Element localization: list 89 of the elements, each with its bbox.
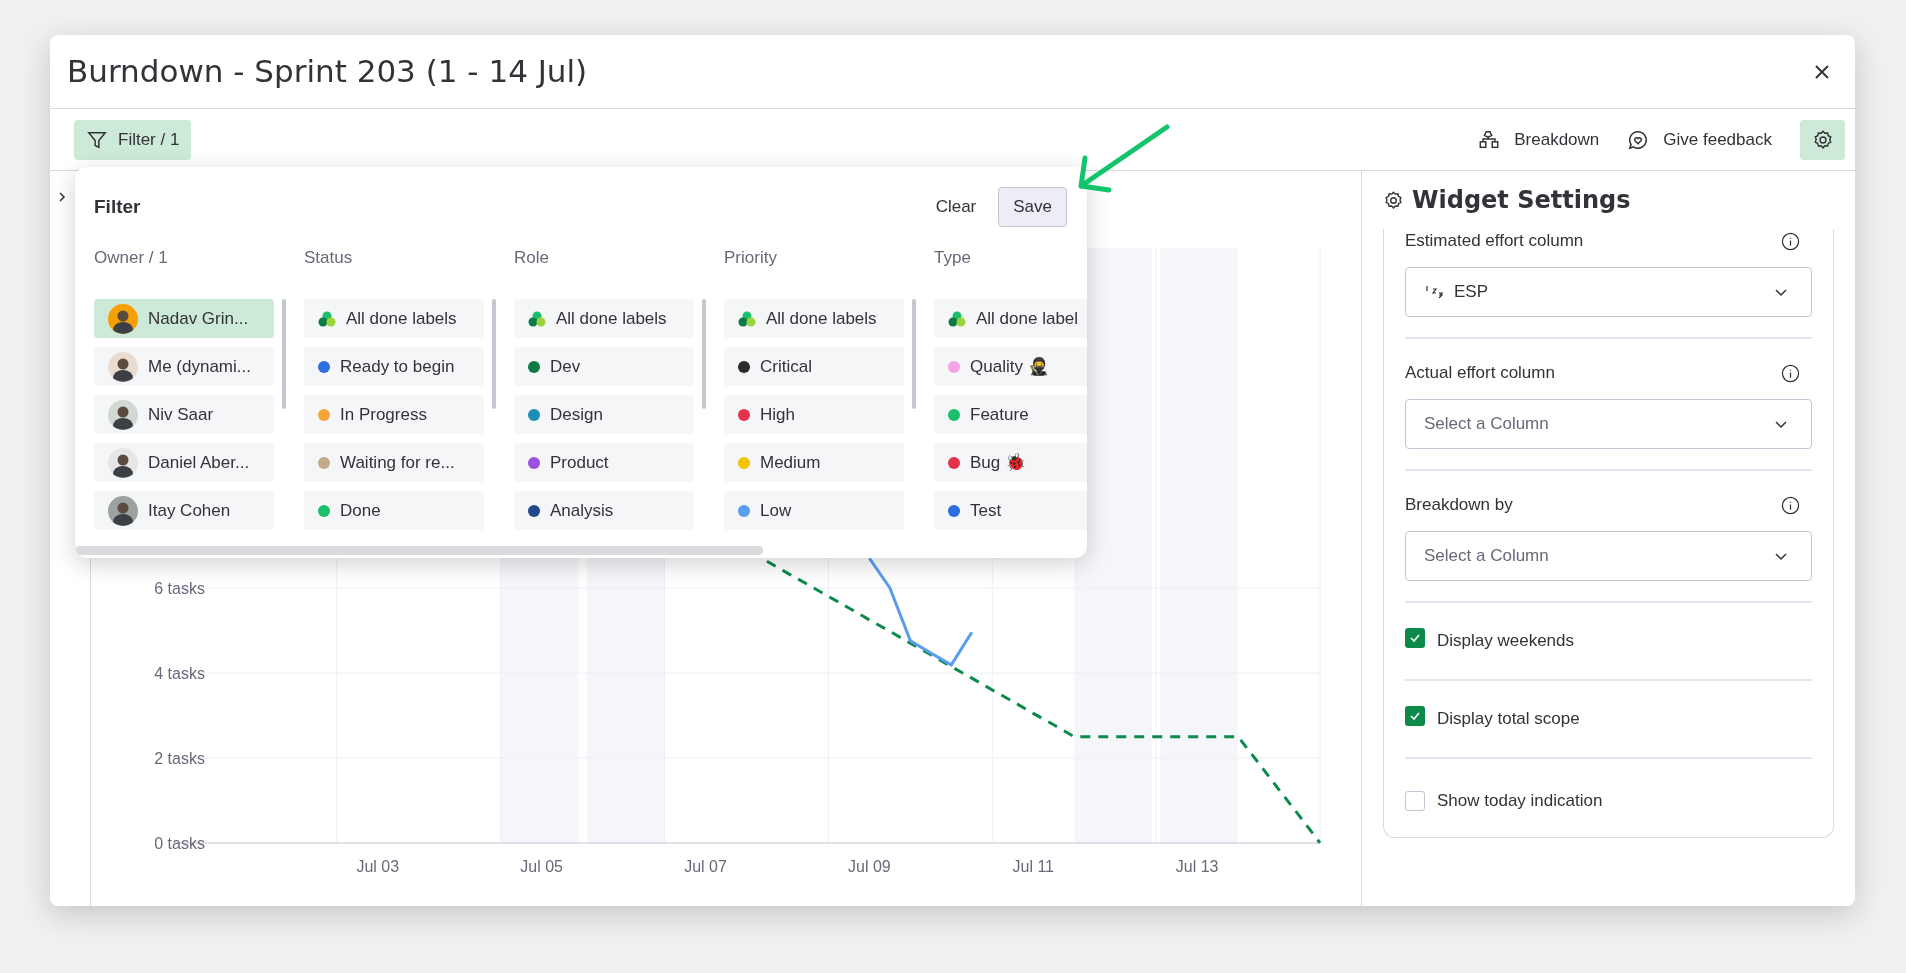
- field-label: Estimated effort column: [1405, 230, 1584, 253]
- x-axis-label: Jul 13: [1175, 857, 1219, 875]
- toolbar-button[interactable]: Breakdown: [1478, 126, 1600, 153]
- filter-option[interactable]: All done labels: [304, 299, 484, 338]
- filter-option[interactable]: Analysis: [514, 491, 694, 530]
- y-axis-label: 0 tasks: [154, 834, 205, 852]
- filter-option[interactable]: Niv Saar: [94, 395, 274, 434]
- filter-option[interactable]: Product: [514, 443, 694, 482]
- filter-option[interactable]: Nadav Grin...: [94, 299, 274, 338]
- cluster-icon: [528, 310, 546, 327]
- column-header: Status: [304, 247, 354, 269]
- info-icon: [1781, 363, 1800, 383]
- filter-option[interactable]: Feature: [934, 395, 1087, 434]
- chat-heart-icon: [1627, 128, 1650, 151]
- filter-button[interactable]: Filter / 1: [74, 119, 192, 160]
- select-placeholder: Select a Column: [1424, 413, 1549, 436]
- field-label: Breakdown by: [1405, 494, 1513, 517]
- filter-option[interactable]: Test: [934, 491, 1087, 530]
- filter-option[interactable]: All done labels: [514, 299, 694, 338]
- check-icon: [1409, 710, 1421, 722]
- avatar-icon: [108, 447, 138, 478]
- checkbox[interactable]: [1405, 628, 1425, 648]
- window-title: Burndown - Sprint 203 (1 - 14 Jul): [67, 52, 588, 92]
- select-field[interactable]: Select a Column: [1405, 399, 1812, 449]
- cluster-icon: [948, 310, 966, 327]
- filter-option[interactable]: Bug 🐞: [934, 443, 1087, 482]
- filter-option[interactable]: All done labels: [724, 299, 904, 338]
- horizontal-scrollbar[interactable]: [75, 546, 763, 555]
- filter-option[interactable]: Design: [514, 395, 694, 434]
- checkbox-label: Display weekends: [1437, 630, 1574, 652]
- popup-title: Filter: [94, 194, 141, 219]
- column-header: Role: [514, 247, 550, 269]
- gear-icon: [1383, 189, 1404, 211]
- hierarchy-icon: [1478, 128, 1501, 151]
- x-axis-label: Jul 05: [520, 857, 563, 875]
- filter-option[interactable]: Me (dynami...: [94, 347, 274, 386]
- clear-button[interactable]: Clear: [927, 194, 985, 220]
- check-icon: [1409, 632, 1421, 644]
- column-header: Priority: [724, 247, 778, 269]
- avatar-icon: [108, 303, 138, 334]
- avatar-icon: [108, 351, 138, 382]
- y-axis-label: 6 tasks: [154, 580, 205, 597]
- scrollbar-thumb[interactable]: [282, 299, 286, 409]
- checkbox[interactable]: [1405, 706, 1425, 726]
- filter-option[interactable]: Done: [304, 491, 484, 530]
- toolbar-button[interactable]: Give feedback: [1627, 126, 1772, 153]
- select-field[interactable]: ESP: [1405, 267, 1812, 317]
- cluster-icon: [738, 310, 756, 327]
- info-icon: [1781, 495, 1800, 515]
- x-axis-label: Jul 11: [1012, 857, 1054, 875]
- scrollbar-thumb[interactable]: [702, 299, 706, 409]
- cluster-icon: [318, 310, 336, 327]
- filter-option[interactable]: Dev: [514, 347, 694, 386]
- settings-icon: [1811, 128, 1834, 151]
- x-axis-label: Jul 03: [356, 857, 400, 875]
- expand-chevron-icon[interactable]: [57, 191, 67, 203]
- scrollbar-thumb[interactable]: [912, 299, 916, 409]
- scrollbar-thumb[interactable]: [492, 299, 496, 409]
- x-axis-label: Jul 09: [848, 857, 891, 875]
- avatar-icon: [108, 399, 138, 430]
- y-axis-label: 4 tasks: [154, 664, 205, 682]
- select-placeholder: Select a Column: [1424, 545, 1549, 568]
- y-axis-label: 2 tasks: [154, 749, 205, 767]
- x-axis-label: Jul 07: [684, 857, 727, 875]
- filter-option[interactable]: Low: [724, 491, 904, 530]
- filter-option[interactable]: Medium: [724, 443, 904, 482]
- avatar-icon: [108, 495, 138, 526]
- column-header: Owner / 1: [94, 247, 169, 269]
- checkbox-label: Show today indication: [1437, 790, 1603, 813]
- filter-option[interactable]: All done label: [934, 299, 1087, 338]
- select-field[interactable]: Select a Column: [1405, 531, 1812, 581]
- filter-option[interactable]: In Progress: [304, 395, 484, 434]
- filter-option[interactable]: Critical: [724, 347, 904, 386]
- checkbox-label: Display total scope: [1437, 708, 1580, 730]
- field-label: Actual effort column: [1405, 362, 1555, 385]
- settings-button[interactable]: [1800, 119, 1845, 160]
- filter-option[interactable]: Daniel Aber...: [94, 443, 274, 482]
- info-icon: [1781, 231, 1800, 251]
- filter-option[interactable]: Itay Cohen: [94, 491, 274, 530]
- panel-title: Widget Settings: [1412, 185, 1631, 216]
- filter-option[interactable]: Ready to begin: [304, 347, 484, 386]
- checkbox[interactable]: [1405, 791, 1425, 811]
- save-button[interactable]: Save: [998, 187, 1067, 227]
- number-column-icon: [1424, 284, 1444, 300]
- column-header: Type: [934, 247, 972, 269]
- filter-option[interactable]: High: [724, 395, 904, 434]
- filter-option[interactable]: Waiting for re...: [304, 443, 484, 482]
- filter-option[interactable]: Quality 🥷: [934, 347, 1087, 386]
- select-value: ESP: [1454, 281, 1489, 304]
